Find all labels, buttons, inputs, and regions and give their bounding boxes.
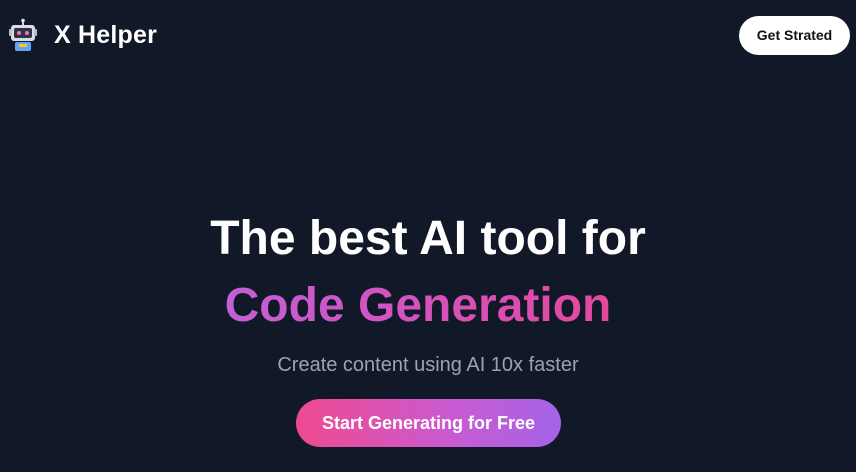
- highlight-text: Code Generation: [224, 279, 612, 332]
- navbar: X Helper Get Strated: [0, 0, 856, 70]
- hero-headline-highlight: Code Generation: [0, 275, 836, 337]
- start-generating-button[interactable]: Start Generating for Free: [296, 399, 561, 447]
- get-started-button[interactable]: Get Strated: [739, 16, 850, 55]
- hero-headline: The best AI tool for: [210, 212, 646, 265]
- robot-icon[interactable]: [8, 18, 38, 52]
- hero-subtitle: Create content using AI 10x faster: [277, 354, 579, 376]
- brand-name[interactable]: X Helper: [54, 18, 157, 52]
